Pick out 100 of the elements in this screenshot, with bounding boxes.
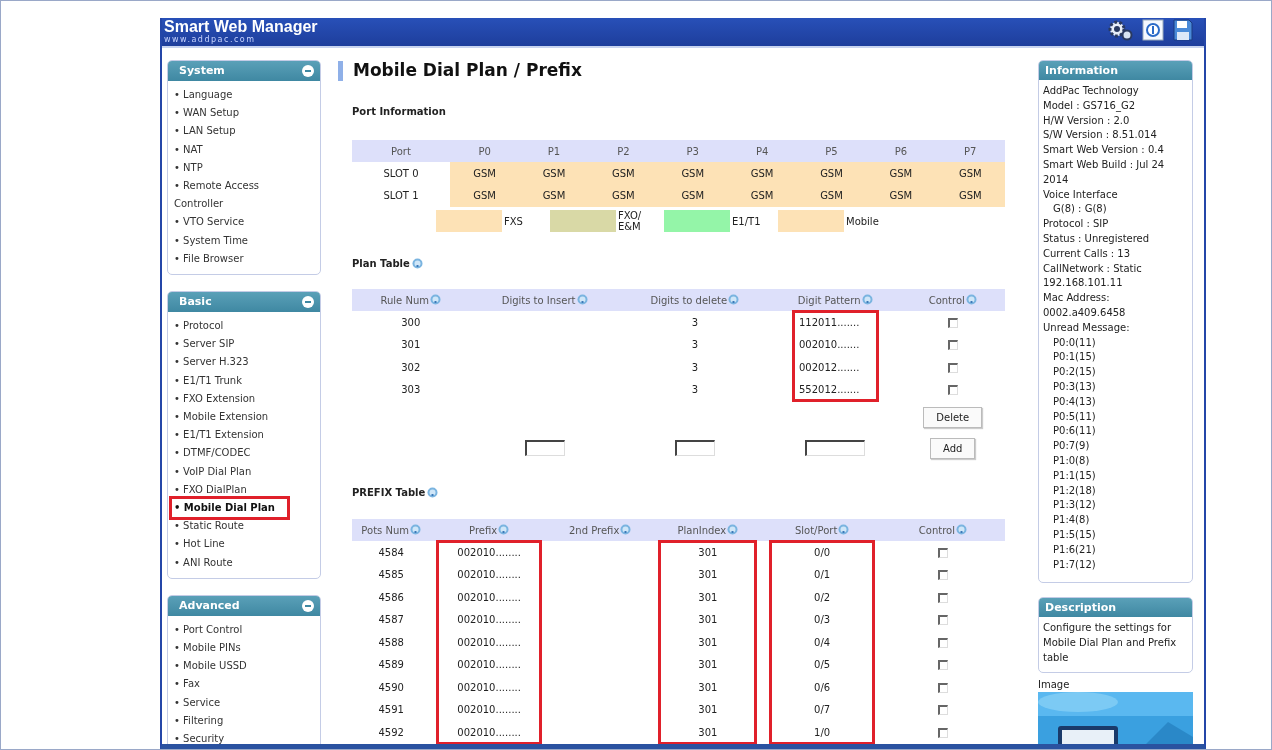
column-header: Prefix: [469, 524, 498, 536]
info-line: Model : GS716_G2: [1043, 98, 1137, 114]
menu-item[interactable]: • E1/T1 Trunk: [174, 371, 298, 390]
checkbox[interactable]: [937, 727, 948, 738]
table-cell: 552012.......: [799, 384, 860, 396]
checkbox[interactable]: [937, 637, 948, 648]
menu-item[interactable]: • Server SIP: [174, 335, 298, 354]
menu-item[interactable]: • WAN Setup: [174, 104, 298, 123]
menu-item[interactable]: • Security: [174, 730, 298, 744]
port-cell: GSM: [449, 162, 520, 185]
checkbox[interactable]: [937, 592, 948, 603]
info-line: P1:7(12): [1052, 557, 1097, 572]
table-cell-text: 4588: [377, 635, 405, 650]
table-cell-text: 0/6: [813, 680, 832, 695]
port-cell: GSM: [519, 162, 589, 185]
table-cell-text: 4591: [377, 703, 405, 718]
column-header: P1: [546, 144, 562, 159]
checkbox[interactable]: [937, 547, 948, 558]
checkbox[interactable]: [947, 317, 958, 328]
delete-button[interactable]: Delete: [923, 406, 983, 428]
add-button[interactable]: Add: [930, 437, 976, 459]
menu-item[interactable]: • Mobile Dial Plan: [172, 499, 287, 518]
collapse-icon[interactable]: [302, 599, 314, 612]
checkbox[interactable]: [937, 570, 948, 581]
info-icon[interactable]: [1142, 19, 1164, 41]
menu-item[interactable]: • Protocol: [174, 317, 298, 336]
menu-item[interactable]: • NTP: [174, 158, 298, 177]
table-cell-text: 002010........: [456, 680, 522, 695]
menu-item[interactable]: • E1/T1 Extension: [174, 426, 298, 445]
help-icon: [620, 523, 632, 535]
help-icon: [576, 293, 588, 305]
table-cell-text: 301: [697, 568, 719, 583]
menu-item[interactable]: • Mobile USSD: [174, 657, 298, 676]
checkbox[interactable]: [947, 385, 958, 396]
table-cell-text: 0/3: [813, 613, 832, 628]
checkbox[interactable]: [947, 362, 958, 373]
menu-item[interactable]: • FXO Extension: [174, 389, 298, 409]
menu-item[interactable]: • NAT: [174, 140, 298, 159]
menu-item[interactable]: • Mobile Extension: [174, 408, 298, 427]
collapse-icon[interactable]: [302, 296, 314, 309]
menu-item[interactable]: • Mobile PINs: [174, 639, 298, 658]
menu-item[interactable]: • System Time: [174, 231, 298, 250]
menu-item[interactable]: • Hot Line: [174, 535, 298, 554]
menu-item[interactable]: • Remote Access Controller: [174, 177, 298, 214]
menu-item[interactable]: • Fax: [174, 675, 298, 694]
info-line: P1:5(15): [1052, 527, 1097, 542]
menu-item[interactable]: • Static Route: [174, 517, 298, 536]
section-title: Advanced: [179, 597, 240, 614]
help-icon: [430, 293, 441, 305]
table-cell-text: 3: [690, 338, 699, 353]
column-header: P3: [685, 144, 700, 159]
menu-item[interactable]: • FXO DialPlan: [174, 480, 298, 500]
table-cell-text: 301: [400, 338, 422, 353]
port-cell: GSM: [519, 184, 589, 207]
help-icon: [727, 523, 739, 535]
help-icon: [965, 293, 977, 305]
input-field[interactable]: [524, 440, 565, 456]
checkbox[interactable]: [947, 340, 958, 351]
column-header: Digits to delete: [650, 294, 728, 306]
collapse-icon[interactable]: [302, 65, 314, 77]
table-cell-text: 002010........: [456, 658, 522, 673]
menu-item[interactable]: • Filtering: [174, 711, 298, 731]
menu-item[interactable]: • ANI Route: [174, 553, 298, 572]
checkbox[interactable]: [937, 615, 948, 626]
settings-icon[interactable]: [1106, 19, 1134, 41]
save-icon[interactable]: [1172, 18, 1194, 42]
menu-item[interactable]: • VTO Service: [174, 213, 298, 232]
help-icon: [956, 523, 967, 535]
menu-item[interactable]: • File Browser: [174, 249, 298, 269]
menu-item[interactable]: • Language: [174, 86, 298, 105]
table-cell-text: 3: [690, 360, 699, 375]
table-cell-text: 4585: [377, 568, 405, 583]
column-header: Control: [918, 524, 955, 536]
checkbox[interactable]: [937, 682, 948, 693]
table-cell-text: 303: [400, 383, 422, 398]
column-header: Digits to Insert: [501, 294, 576, 306]
menu-item[interactable]: • VoIP Dial Plan: [174, 462, 298, 481]
menu-item[interactable]: • Port Control: [174, 620, 298, 640]
input-field[interactable]: [805, 440, 866, 456]
app-title: Smart Web Manager: [164, 18, 318, 35]
column-header: Port: [390, 144, 412, 159]
menu-item[interactable]: • Service: [174, 693, 298, 712]
help-icon: [498, 523, 510, 535]
menu-item[interactable]: • LAN Setup: [174, 122, 298, 141]
input-field[interactable]: [674, 440, 715, 456]
checkbox[interactable]: [937, 660, 948, 671]
table-cell-text: 4586: [377, 590, 405, 605]
port-cell: GSM: [588, 162, 659, 185]
info-line: H/W Version : 2.0: [1043, 113, 1131, 128]
table-cell-text: 4587: [377, 613, 405, 628]
legend-label: Mobile: [845, 215, 880, 227]
menu-item[interactable]: • DTMF/CODEC: [174, 444, 298, 463]
port-cell: GSM: [658, 184, 728, 207]
info-line: P1:2(18): [1052, 483, 1097, 498]
section-title: Port Information: [352, 105, 446, 119]
checkbox[interactable]: [937, 705, 948, 716]
port-cell: GSM: [935, 162, 1005, 185]
table-cell-text: 300: [400, 315, 422, 330]
menu-item[interactable]: • Server H.323: [174, 353, 298, 372]
column-header: P0: [477, 144, 492, 159]
